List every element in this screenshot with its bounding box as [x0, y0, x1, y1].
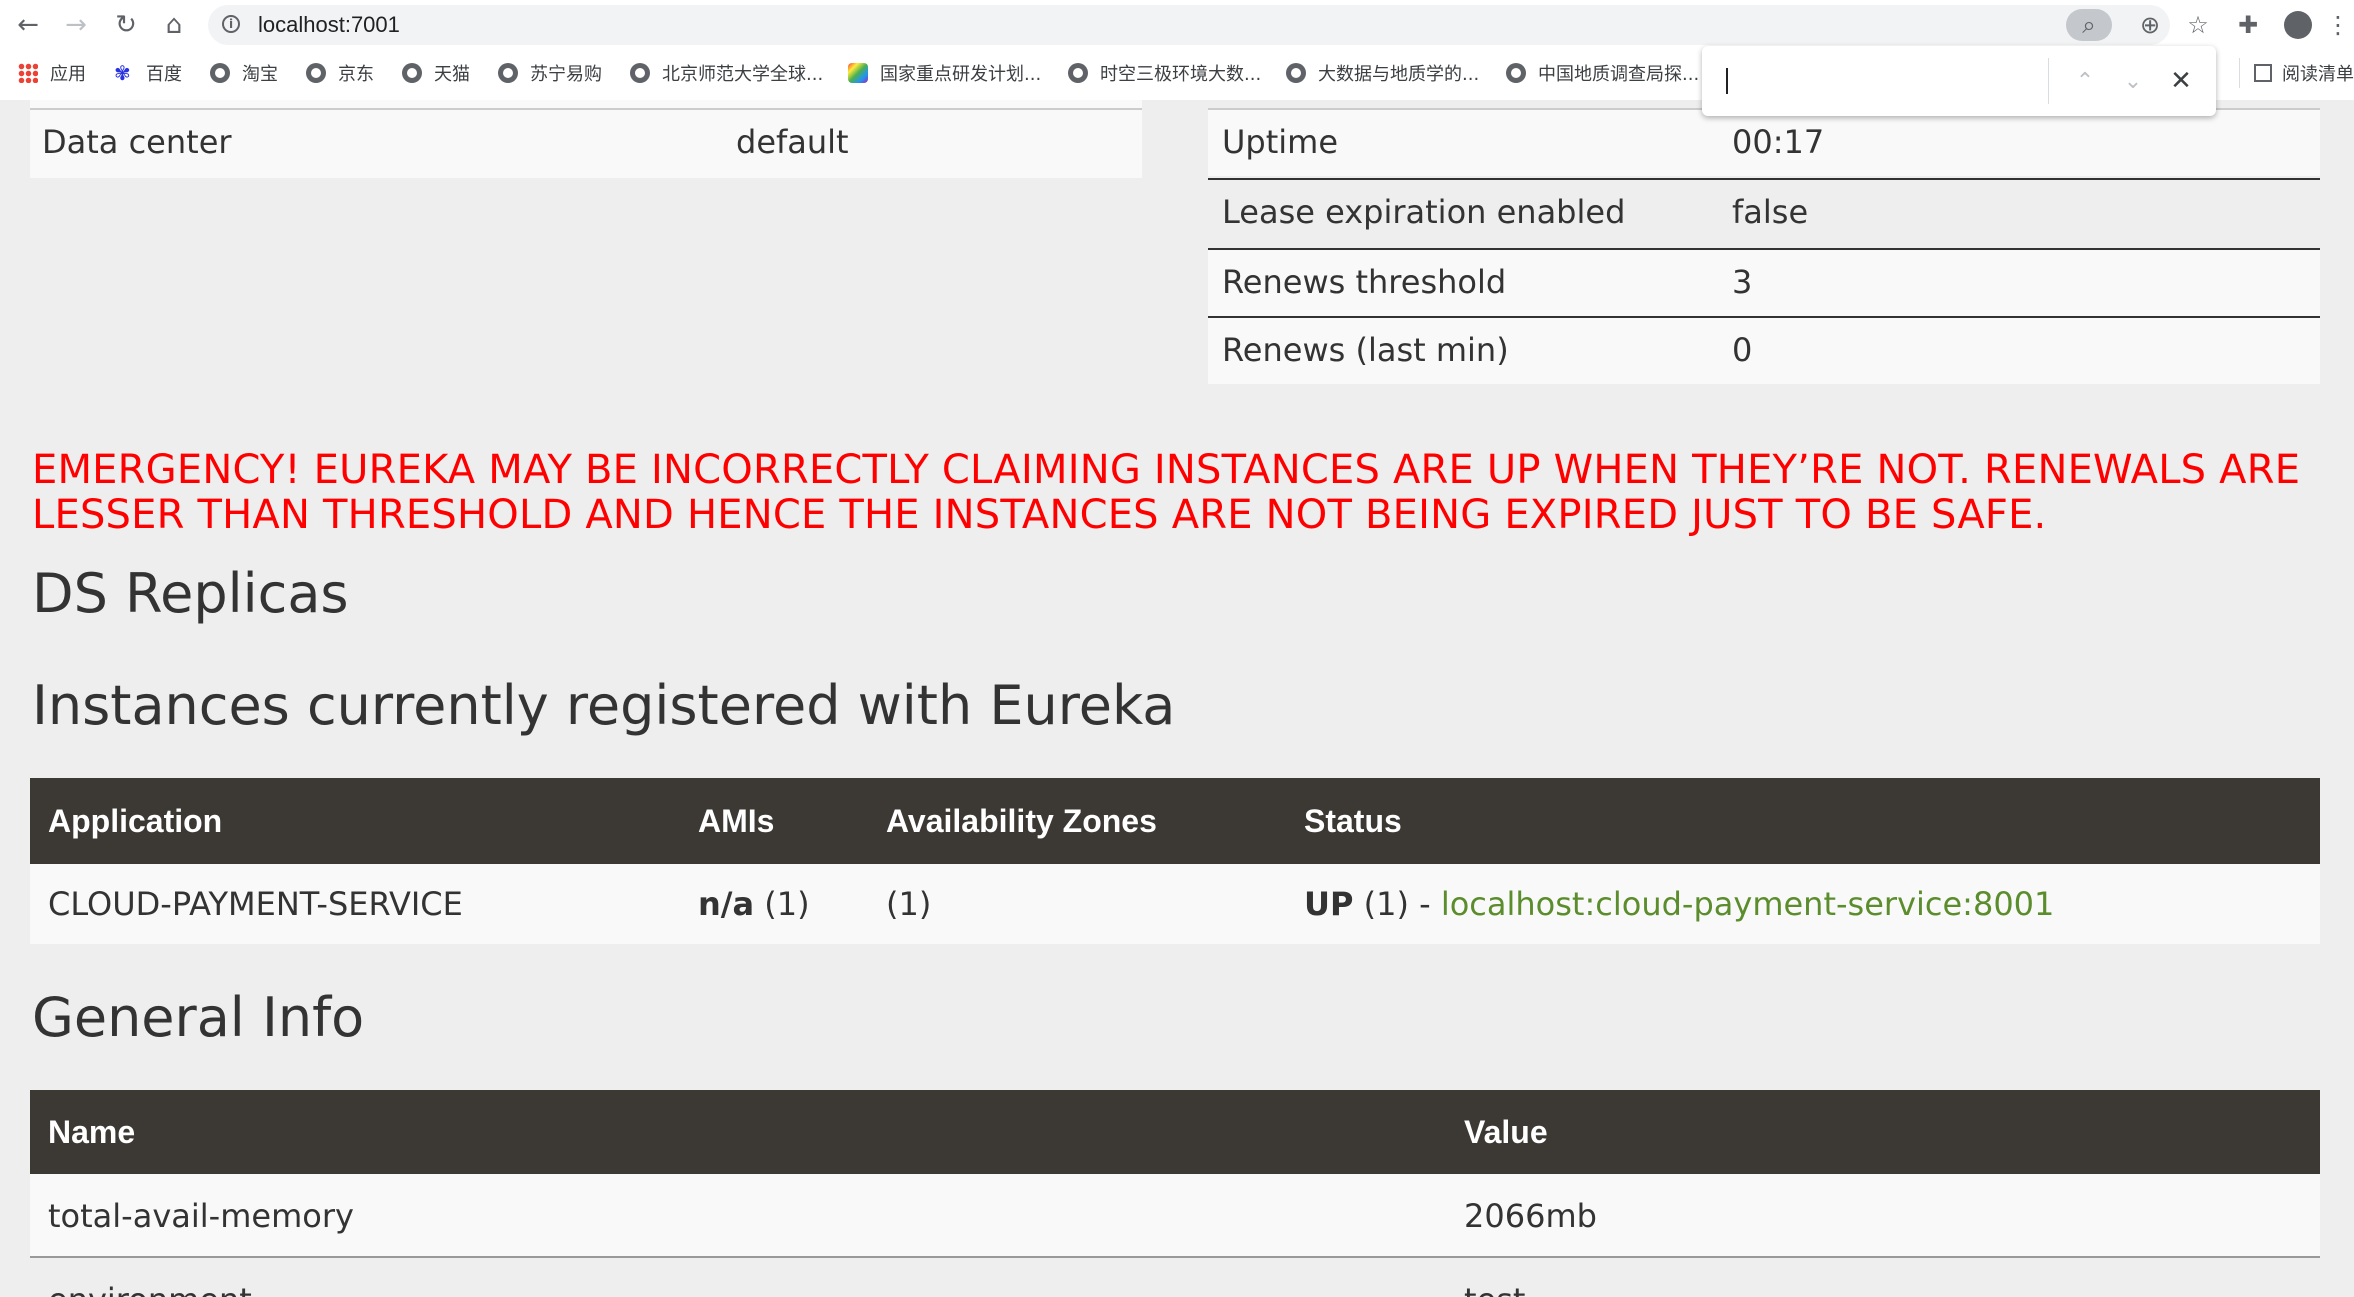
system-status-table: Data center default: [30, 100, 1142, 178]
find-next-icon[interactable]: ⌄: [2116, 64, 2150, 98]
table-row: total-avail-memory 2066mb: [30, 1174, 2320, 1258]
table-row: CLOUD-PAYMENT-SERVICE n/a (1) (1) UP (1)…: [30, 864, 2320, 944]
row-value: 3: [1732, 263, 1753, 301]
info-name: total-avail-memory: [48, 1197, 354, 1235]
address-bar[interactable]: i localhost:7001 ⌕ ⊕ ☆: [208, 5, 2209, 45]
home-icon[interactable]: ⌂: [154, 5, 194, 45]
instance-link[interactable]: localhost:cloud-payment-service:8001: [1441, 885, 2055, 923]
amis-count: (1): [764, 885, 810, 923]
find-close-icon[interactable]: ✕: [2164, 64, 2198, 98]
bookmark-cgs[interactable]: 中国地质调查局探...: [1506, 58, 1699, 88]
bookmark-bnu[interactable]: 北京师范大学全球...: [630, 58, 823, 88]
column-header: Availability Zones: [886, 803, 1157, 839]
colorful-heart-icon: [848, 63, 868, 83]
instances-table: Application AMIs Availability Zones Stat…: [30, 778, 2320, 944]
find-in-page-bar: ⌃ ⌄ ✕: [1702, 46, 2216, 116]
back-arrow-icon[interactable]: ←: [8, 5, 48, 45]
zoom-icon[interactable]: ⊕: [2134, 9, 2166, 41]
bookmark-jd[interactable]: 京东: [306, 58, 374, 88]
bookmark-bigdata-geology[interactable]: 大数据与地质学的...: [1286, 58, 1479, 88]
row-value: 00:17: [1732, 123, 1825, 161]
status-count: (1) -: [1363, 885, 1431, 923]
url-text[interactable]: localhost:7001: [258, 5, 400, 45]
column-header: Name: [48, 1114, 136, 1150]
more-menu-icon[interactable]: ⋮: [2322, 5, 2354, 45]
emergency-warning: EMERGENCY! EUREKA MAY BE INCORRECTLY CLA…: [32, 447, 2301, 538]
row-value: default: [736, 123, 849, 161]
globe-icon: [1068, 63, 1088, 83]
bookmark-three-poles[interactable]: 时空三极环境大数...: [1068, 58, 1261, 88]
status-value: UP: [1304, 885, 1354, 923]
globe-icon: [1286, 63, 1306, 83]
row-value: 0: [1732, 331, 1753, 369]
globe-icon: [1506, 63, 1526, 83]
row-key: Renews (last min): [1222, 331, 1509, 369]
application-name: CLOUD-PAYMENT-SERVICE: [48, 885, 463, 923]
table-row: Data center default: [30, 108, 1142, 176]
globe-icon: [630, 63, 650, 83]
row-key: Lease expiration enabled: [1222, 193, 1626, 231]
table-row: Uptime 00:17: [1208, 108, 2320, 176]
table-row: Lease expiration enabled false: [1208, 178, 2320, 246]
amis-value: n/a: [698, 885, 755, 923]
lease-info-table: Uptime 00:17 Lease expiration enabled fa…: [1208, 100, 2320, 390]
amis-cell: n/a (1): [698, 864, 810, 944]
bookmark-taobao[interactable]: 淘宝: [210, 58, 278, 88]
search-page-icon[interactable]: ⌕: [2066, 9, 2112, 41]
globe-icon: [402, 63, 422, 83]
eureka-dashboard: Data center default Uptime 00:17 Lease e…: [0, 100, 2354, 1297]
table-row: Renews threshold 3: [1208, 248, 2320, 316]
reload-icon[interactable]: ↻: [106, 5, 146, 45]
column-header: Value: [1464, 1114, 1548, 1150]
row-key: Data center: [42, 123, 232, 161]
bookmark-tmall[interactable]: 天猫: [402, 58, 470, 88]
globe-icon: [210, 63, 230, 83]
info-value: test: [1464, 1258, 1525, 1297]
text-caret: [1726, 68, 1728, 94]
bookmark-star-icon[interactable]: ☆: [2182, 9, 2214, 41]
info-name: environment: [48, 1258, 252, 1297]
bookmark-suning[interactable]: 苏宁易购: [498, 58, 602, 88]
table-header-row: Application AMIs Availability Zones Stat…: [30, 778, 2320, 864]
bookmark-baidu[interactable]: ✾ 百度: [114, 58, 182, 88]
reading-list-icon: [2254, 64, 2272, 82]
table-header-row: Name Value: [30, 1090, 2320, 1174]
apps-grid-icon: [18, 63, 38, 83]
row-value: false: [1732, 193, 1809, 231]
instances-heading: Instances currently registered with Eure…: [32, 674, 1176, 737]
find-separator: [2048, 58, 2049, 104]
navigation-bar: ← → ↻ ⌂ i localhost:7001 ⌕ ⊕ ☆ ✚ ⋮: [0, 0, 2354, 50]
column-header: Status: [1304, 803, 1402, 839]
ds-replicas-heading: DS Replicas: [32, 562, 349, 625]
column-header: Application: [48, 803, 223, 839]
table-row: Renews (last min) 0: [1208, 316, 2320, 384]
find-previous-icon[interactable]: ⌃: [2068, 64, 2102, 98]
profile-avatar-icon[interactable]: [2278, 5, 2318, 45]
extensions-puzzle-icon[interactable]: ✚: [2228, 5, 2268, 45]
column-header: AMIs: [698, 803, 775, 839]
site-info-icon[interactable]: i: [222, 15, 240, 33]
row-key: Renews threshold: [1222, 263, 1507, 301]
find-input[interactable]: [1722, 60, 2056, 102]
general-info-heading: General Info: [32, 986, 365, 1049]
reading-list[interactable]: 阅读清单: [2239, 58, 2354, 88]
globe-icon: [306, 63, 326, 83]
row-key: Uptime: [1222, 123, 1339, 161]
general-info-table: Name Value total-avail-memory 2066mb env…: [30, 1090, 2320, 1297]
baidu-paw-icon: ✾: [114, 61, 131, 85]
bookmark-national-rd[interactable]: 国家重点研发计划...: [848, 58, 1041, 88]
info-value: 2066mb: [1464, 1197, 1597, 1235]
bookmark-apps[interactable]: 应用: [18, 58, 86, 88]
globe-icon: [498, 63, 518, 83]
status-cell: UP (1) - localhost:cloud-payment-service…: [1304, 864, 2054, 944]
zones-cell: (1): [886, 885, 932, 923]
table-row: environment test: [30, 1258, 2320, 1297]
forward-arrow-icon[interactable]: →: [56, 5, 96, 45]
